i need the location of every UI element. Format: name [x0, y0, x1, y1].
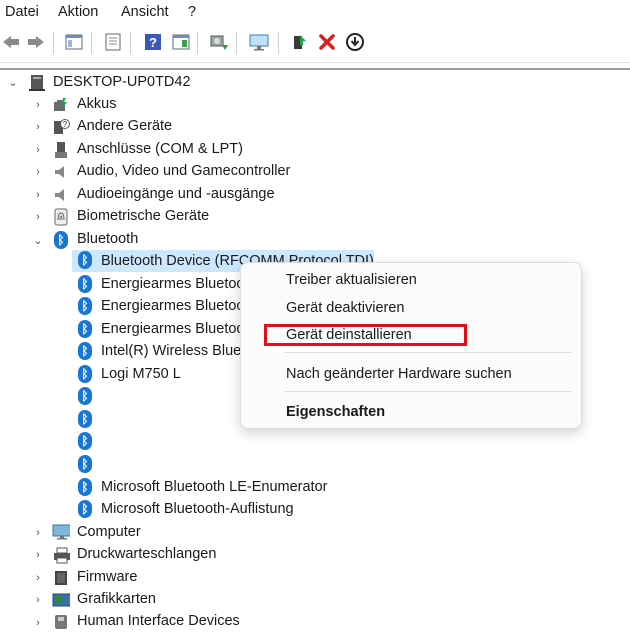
category-akkus[interactable]: Akkus	[77, 96, 117, 112]
bluetooth-icon: ᛒ	[76, 251, 94, 269]
forward-icon[interactable]	[25, 31, 47, 53]
menu-separator	[285, 391, 571, 392]
menu-separator	[285, 352, 571, 353]
menu-help[interactable]: ?	[188, 4, 196, 20]
printer-icon	[52, 546, 70, 564]
toolbar-separator	[53, 32, 54, 54]
category-human-interface-devices[interactable]: Human Interface Devices	[77, 613, 240, 629]
menu-item-hardware-suchen[interactable]: Nach geänderter Hardware suchen	[286, 366, 512, 382]
toolbar-separator	[91, 32, 92, 54]
unknown-device-icon: ?	[52, 118, 70, 136]
chevron-right-icon[interactable]: ›	[32, 527, 44, 539]
bluetooth-icon: ᛒ	[76, 365, 94, 383]
chevron-down-icon[interactable]: ⌄	[32, 234, 44, 247]
bluetooth-icon: ᛒ	[52, 231, 70, 249]
category-firmware[interactable]: Firmware	[77, 569, 137, 585]
bluetooth-icon: ᛒ	[76, 275, 94, 293]
chevron-right-icon[interactable]: ›	[32, 617, 44, 629]
console-tree-icon[interactable]	[63, 31, 85, 53]
menu-aktion[interactable]: Aktion	[58, 4, 98, 20]
uninstall-x-icon[interactable]	[316, 31, 338, 53]
bluetooth-icon: ᛒ	[76, 478, 94, 496]
chevron-right-icon[interactable]: ›	[32, 189, 44, 201]
bt-device-energiearm-3[interactable]: Energiearmes Bluetoo	[101, 321, 244, 337]
menu-datei[interactable]: Datei	[5, 4, 39, 20]
battery-icon	[52, 96, 70, 114]
context-menu: Treiber aktualisieren Gerät deaktivieren…	[240, 262, 582, 429]
toolbar-separator	[197, 32, 198, 54]
speaker-icon	[52, 186, 70, 204]
toolbar: ?	[0, 26, 630, 63]
bluetooth-icon: ᛒ	[76, 320, 94, 338]
svg-text:?: ?	[149, 35, 157, 50]
chevron-right-icon[interactable]: ›	[32, 211, 44, 223]
category-druckwarteschlangen[interactable]: Druckwarteschlangen	[77, 546, 216, 562]
category-audioeingaenge[interactable]: Audioeingänge und -ausgänge	[77, 186, 275, 202]
chevron-right-icon[interactable]: ›	[32, 572, 44, 584]
bt-device-logi-m750[interactable]: Logi M750 L	[101, 366, 181, 382]
bt-device-auflistung[interactable]: Microsoft Bluetooth-Auflistung	[101, 501, 294, 517]
chevron-right-icon[interactable]: ›	[32, 166, 44, 178]
bt-device-le-enumerator[interactable]: Microsoft Bluetooth LE-Enumerator	[101, 479, 327, 495]
bluetooth-icon: ᛒ	[76, 342, 94, 360]
firmware-icon	[52, 569, 70, 587]
update-driver-icon[interactable]	[288, 31, 310, 53]
toolbar-separator	[236, 32, 237, 54]
back-icon[interactable]	[0, 31, 22, 53]
chevron-right-icon[interactable]: ›	[32, 99, 44, 111]
hid-icon	[52, 613, 70, 631]
category-grafikkarten[interactable]: Grafikkarten	[77, 591, 156, 607]
toolbar-separator	[278, 32, 279, 54]
monitor-icon[interactable]	[248, 31, 270, 53]
menu-item-geraet-deinstallieren[interactable]: Gerät deinstallieren	[286, 327, 412, 343]
bluetooth-icon: ᛒ	[76, 387, 94, 405]
bluetooth-icon: ᛒ	[76, 500, 94, 518]
speaker-icon	[52, 163, 70, 181]
scan-hardware-icon[interactable]	[208, 31, 230, 53]
category-biometrische-geraete[interactable]: Biometrische Geräte	[77, 208, 209, 224]
properties-icon[interactable]	[102, 31, 124, 53]
fingerprint-icon	[52, 208, 70, 226]
menu-ansicht[interactable]: Ansicht	[121, 4, 169, 20]
menu-item-treiber-aktualisieren[interactable]: Treiber aktualisieren	[286, 272, 417, 288]
category-anschluesse[interactable]: Anschlüsse (COM & LPT)	[77, 141, 243, 157]
action-pane-icon[interactable]	[170, 31, 192, 53]
chevron-right-icon[interactable]: ›	[32, 549, 44, 561]
bluetooth-icon: ᛒ	[76, 410, 94, 428]
chevron-right-icon[interactable]: ›	[32, 121, 44, 133]
toolbar-separator	[130, 32, 131, 54]
bluetooth-icon: ᛒ	[76, 297, 94, 315]
bluetooth-icon: ᛒ	[76, 455, 94, 473]
chevron-right-icon[interactable]: ›	[32, 594, 44, 606]
menu-item-geraet-deaktivieren[interactable]: Gerät deaktivieren	[286, 300, 404, 316]
svg-text:?: ?	[63, 120, 68, 129]
bt-device-intel-wireless[interactable]: Intel(R) Wireless Bluet	[101, 343, 245, 359]
help-icon[interactable]: ?	[142, 31, 164, 53]
monitor-icon	[52, 523, 70, 541]
tree-root-label[interactable]: DESKTOP-UP0TD42	[53, 74, 191, 90]
category-bluetooth[interactable]: Bluetooth	[77, 231, 138, 247]
category-computer[interactable]: Computer	[77, 524, 141, 540]
chevron-right-icon[interactable]: ›	[32, 144, 44, 156]
menu-bar: Datei Aktion Ansicht ?	[0, 0, 630, 26]
bt-device-energiearm-1[interactable]: Energiearmes Bluetoo	[101, 276, 244, 292]
category-audio-video[interactable]: Audio, Video und Gamecontroller	[77, 163, 290, 179]
bluetooth-icon: ᛒ	[76, 432, 94, 450]
bt-device-energiearm-2[interactable]: Energiearmes Bluetoo	[101, 298, 244, 314]
pane-splitter	[0, 68, 630, 70]
port-icon	[52, 141, 70, 159]
menu-item-eigenschaften[interactable]: Eigenschaften	[286, 404, 385, 420]
disable-device-icon[interactable]	[344, 31, 366, 53]
chevron-down-icon[interactable]: ⌄	[7, 76, 19, 89]
category-andere-geraete[interactable]: Andere Geräte	[77, 118, 172, 134]
graphics-card-icon	[52, 591, 70, 609]
computer-root-icon	[28, 74, 46, 92]
